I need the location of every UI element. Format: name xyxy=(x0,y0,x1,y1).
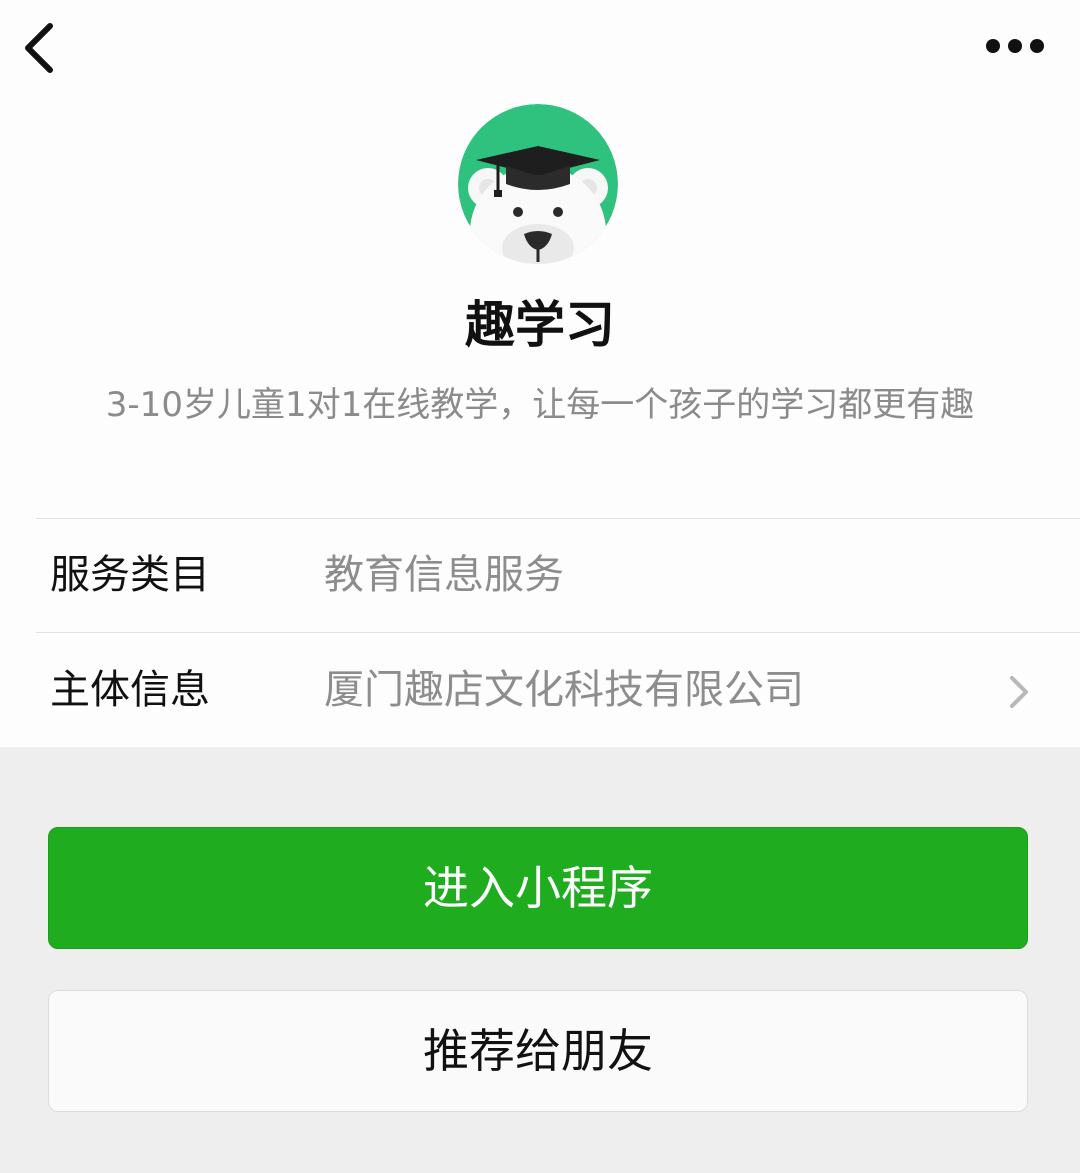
info-row-entity-info[interactable]: 主体信息 厦门趣店文化科技有限公司 xyxy=(0,634,1080,746)
enter-mini-program-button[interactable]: 进入小程序 xyxy=(48,827,1028,949)
app-description: 3-10岁儿童1对1在线教学，让每一个孩子的学习都更有趣 xyxy=(105,385,975,425)
app-name: 趣学习 xyxy=(465,296,615,354)
chevron-left-icon xyxy=(25,23,53,73)
info-value: 教育信息服务 xyxy=(324,552,564,598)
info-value: 厦门趣店文化科技有限公司 xyxy=(324,667,804,713)
polar-bear-graduation-cap-logo xyxy=(458,104,618,264)
divider xyxy=(36,632,1080,633)
more-button[interactable] xyxy=(978,26,1052,66)
info-row-service-category: 服务类目 教育信息服务 xyxy=(0,519,1080,631)
chevron-right-icon xyxy=(1004,672,1032,712)
profile-card: 趣学习 3-10岁儿童1对1在线教学，让每一个孩子的学习都更有趣 服务类目 教育… xyxy=(0,0,1080,747)
avatar xyxy=(458,104,618,264)
recommend-to-friend-button[interactable]: 推荐给朋友 xyxy=(48,990,1028,1112)
back-button[interactable] xyxy=(14,18,70,78)
info-label: 服务类目 xyxy=(50,552,210,598)
info-label: 主体信息 xyxy=(50,667,210,713)
more-dots-icon xyxy=(986,39,1044,53)
